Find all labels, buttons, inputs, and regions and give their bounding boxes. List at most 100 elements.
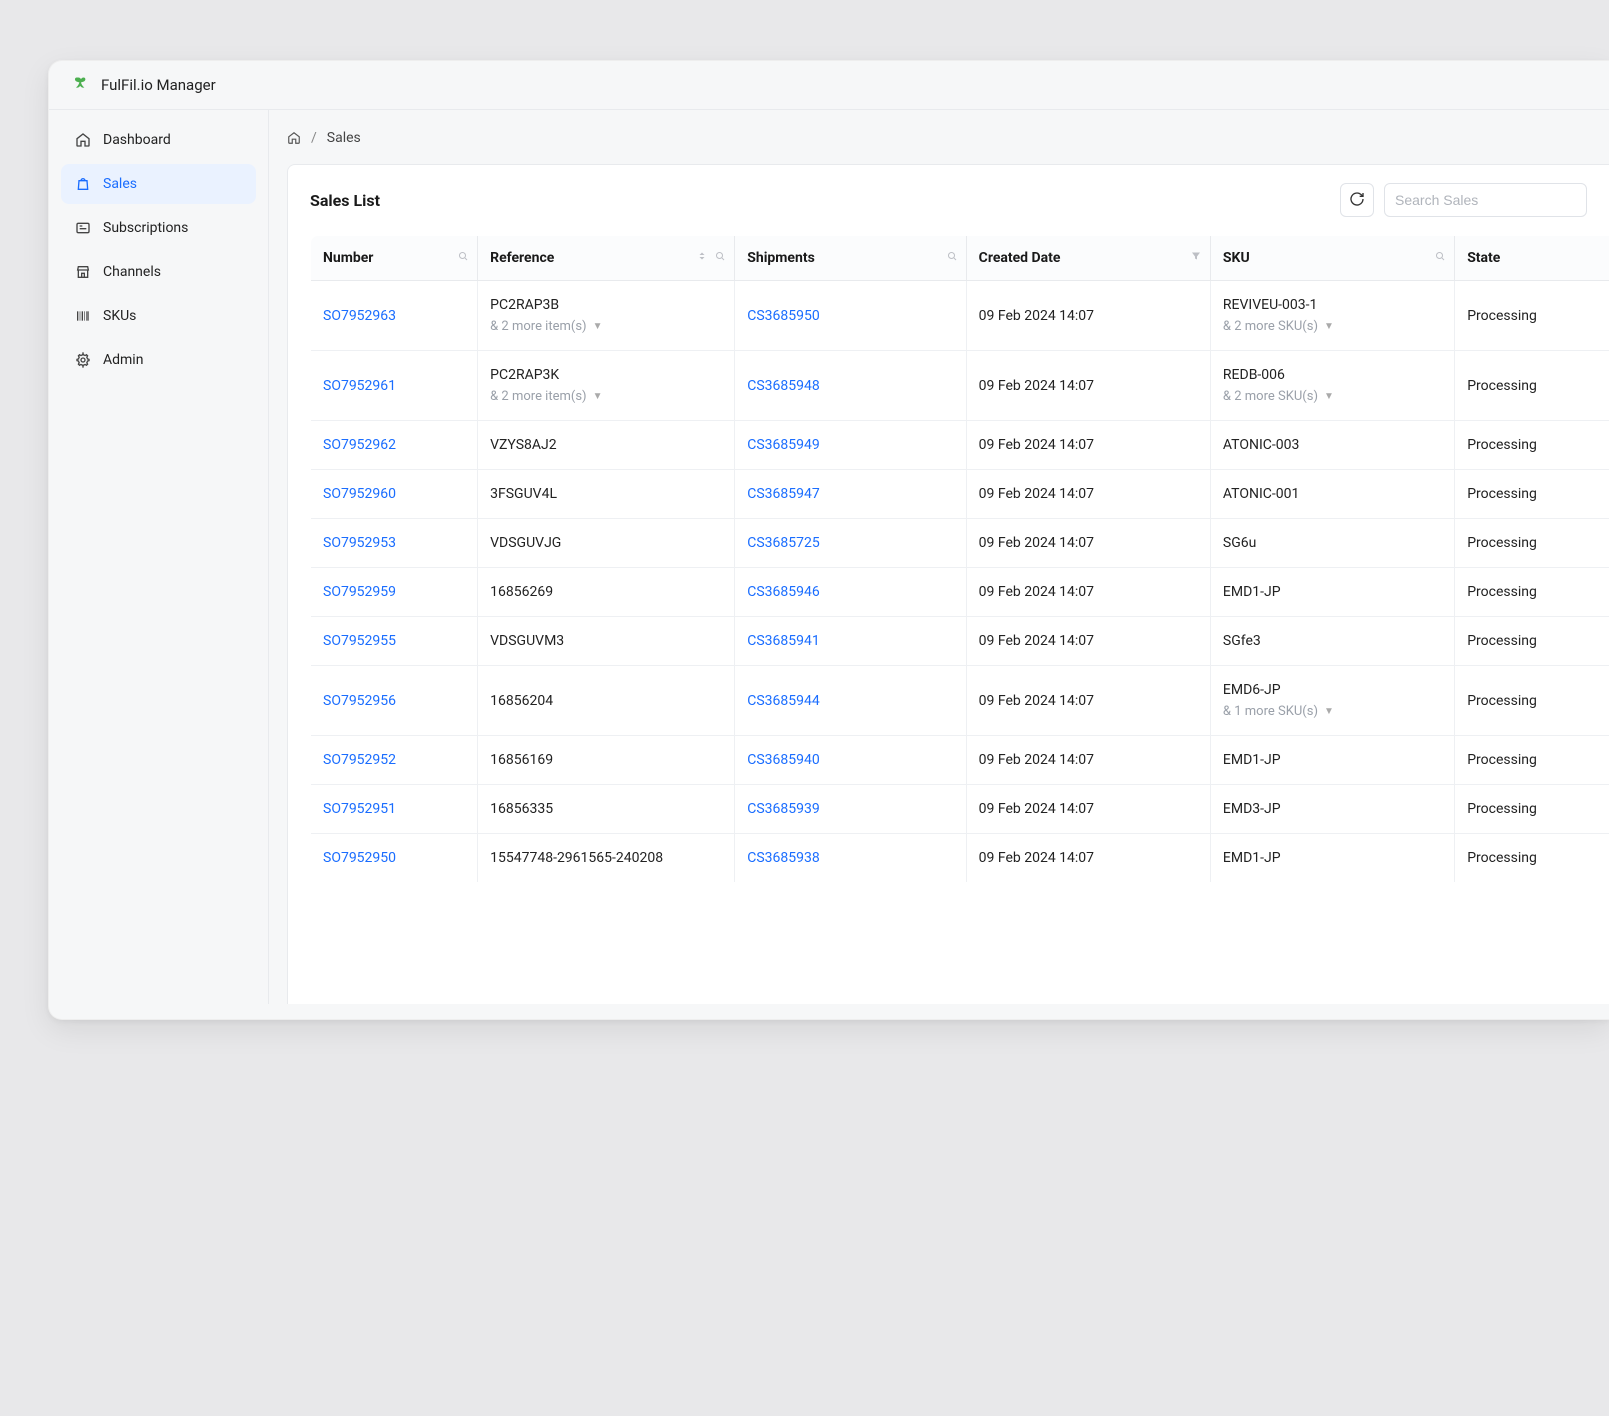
cell-reference: PC2RAP3B& 2 more item(s) ▼ [478,281,735,351]
search-input[interactable] [1384,183,1587,217]
home-icon[interactable] [287,131,301,145]
shipment-link[interactable]: CS3685947 [747,486,820,502]
order-number-link[interactable]: SO7952950 [323,850,396,866]
shipment-link[interactable]: CS3685938 [747,850,820,866]
cell-state: Processing [1455,617,1609,666]
caret-down-icon[interactable]: ▼ [1324,706,1334,717]
sidebar-item-label: Sales [103,176,137,192]
order-number-link[interactable]: SO7952952 [323,752,396,768]
col-reference[interactable]: Reference [478,236,735,281]
created-date: 09 Feb 2024 14:07 [979,752,1094,768]
cell-sku: ATONIC-001 [1210,470,1454,519]
col-number[interactable]: Number [311,236,478,281]
col-shipments[interactable]: Shipments [735,236,966,281]
order-number-link[interactable]: SO7952961 [323,378,396,394]
search-icon[interactable] [946,250,958,266]
shipment-link[interactable]: CS3685949 [747,437,820,453]
sku-value: SGfe3 [1223,633,1442,649]
caret-down-icon[interactable]: ▼ [593,321,603,332]
reference-value: VZYS8AJ2 [490,437,722,453]
order-number-link[interactable]: SO7952959 [323,584,396,600]
filter-icon[interactable] [1190,250,1202,266]
col-label: Created Date [979,250,1061,266]
sidebar-item-subscriptions[interactable]: Subscriptions [61,208,256,248]
cell-date: 09 Feb 2024 14:07 [966,351,1210,421]
shipment-link[interactable]: CS3685940 [747,752,820,768]
breadcrumb-current[interactable]: Sales [327,130,361,146]
state-value: Processing [1467,486,1537,502]
sales-table: NumberReferenceShipmentsCreated DateSKUS… [310,235,1609,883]
col-label: Reference [490,250,554,266]
search-icon[interactable] [1434,250,1446,266]
sidebar-item-label: Channels [103,264,161,280]
table-row[interactable]: SO795295616856204CS368594409 Feb 2024 14… [311,666,1609,736]
caret-down-icon[interactable]: ▼ [1324,391,1334,402]
caret-down-icon[interactable]: ▼ [1324,321,1334,332]
order-number-link[interactable]: SO7952953 [323,535,396,551]
state-value: Processing [1467,633,1537,649]
caret-down-icon[interactable]: ▼ [593,391,603,402]
sku-more[interactable]: & 1 more SKU(s) ▼ [1223,704,1442,719]
cell-sku: EMD6-JP& 1 more SKU(s) ▼ [1210,666,1454,736]
cell-reference: 16856269 [478,568,735,617]
sidebar-item-skus[interactable]: SKUs [61,296,256,336]
cell-reference: VDSGUVM3 [478,617,735,666]
sidebar-item-dashboard[interactable]: Dashboard [61,120,256,160]
order-number-link[interactable]: SO7952962 [323,437,396,453]
sku-more[interactable]: & 2 more SKU(s) ▼ [1223,389,1442,404]
order-number-link[interactable]: SO7952960 [323,486,396,502]
table-row[interactable]: SO7952962VZYS8AJ2CS368594909 Feb 2024 14… [311,421,1609,470]
col-created-date[interactable]: Created Date [966,236,1210,281]
shipment-link[interactable]: CS3685941 [747,633,820,649]
state-value: Processing [1467,584,1537,600]
sku-more[interactable]: & 2 more SKU(s) ▼ [1223,319,1442,334]
table-row[interactable]: SO7952953VDSGUVJGCS368572509 Feb 2024 14… [311,519,1609,568]
shipment-link[interactable]: CS3685944 [747,693,820,709]
shipment-link[interactable]: CS3685946 [747,584,820,600]
cell-shipment: CS3685948 [735,351,966,421]
cell-reference: PC2RAP3K& 2 more item(s) ▼ [478,351,735,421]
shipment-link[interactable]: CS3685948 [747,378,820,394]
search-icon[interactable] [714,250,726,266]
reference-more[interactable]: & 2 more item(s) ▼ [490,319,722,334]
sort-icon[interactable] [696,250,708,266]
store-icon [75,264,91,280]
cell-shipment: CS3685949 [735,421,966,470]
cell-state: Processing [1455,470,1609,519]
reference-value: VDSGUVM3 [490,633,722,649]
table-row[interactable]: SO795295116856335CS368593909 Feb 2024 14… [311,785,1609,834]
reference-value: 15547748-2961565-240208 [490,850,722,866]
refresh-button[interactable] [1340,183,1374,217]
sidebar-item-sales[interactable]: Sales [61,164,256,204]
cell-date: 09 Feb 2024 14:07 [966,666,1210,736]
breadcrumb: / Sales [287,124,1609,164]
order-number-link[interactable]: SO7952956 [323,693,396,709]
table-row[interactable]: SO7952955 VDSGUVM3 CS3685941 09 Feb 2024 14… [311,617,1609,666]
col-sku[interactable]: SKU [1210,236,1454,281]
created-date: 09 Feb 2024 14:07 [979,633,1094,649]
table-row[interactable]: SO7952952 16856169 CS3685940 09 Feb 2024 14… [311,736,1609,785]
search-icon[interactable] [457,250,469,266]
reference-more[interactable]: & 2 more item(s) ▼ [490,389,722,404]
table-row[interactable]: SO7952950 15547748-2961565-240208 CS368593… [311,834,1609,883]
table-row[interactable]: SO7952959 16856269 CS3685946 09 Feb 2024 14… [311,568,1609,617]
sidebar-item-channels[interactable]: Channels [61,252,256,292]
cell-shipment: CS3685939 [735,785,966,834]
table-row[interactable]: SO7952963 PC2RAP3B& 2 more item(s) ▼ CS368… [311,281,1609,351]
main-area: / Sales Sales List [269,110,1609,1004]
cell-number: SO7952953 [311,519,478,568]
order-number-link[interactable]: SO7952963 [323,308,396,324]
created-date: 09 Feb 2024 14:07 [979,584,1094,600]
shipment-link[interactable]: CS3685725 [747,535,820,551]
col-state[interactable]: State [1455,236,1609,281]
cell-sku: EMD1-JP [1210,834,1454,883]
reference-value: VDSGUVJG [490,535,722,551]
cell-reference: 16856169 [478,736,735,785]
sidebar-item-admin[interactable]: Admin [61,340,256,380]
shipment-link[interactable]: CS3685950 [747,308,820,324]
shipment-link[interactable]: CS3685939 [747,801,820,817]
order-number-link[interactable]: SO7952955 [323,633,396,649]
table-row[interactable]: SO79529603FSGUV4LCS368594709 Feb 2024 14… [311,470,1609,519]
table-row[interactable]: SO7952961 PC2RAP3K& 2 more item(s) ▼ CS368… [311,351,1609,421]
order-number-link[interactable]: SO7952951 [323,801,396,817]
